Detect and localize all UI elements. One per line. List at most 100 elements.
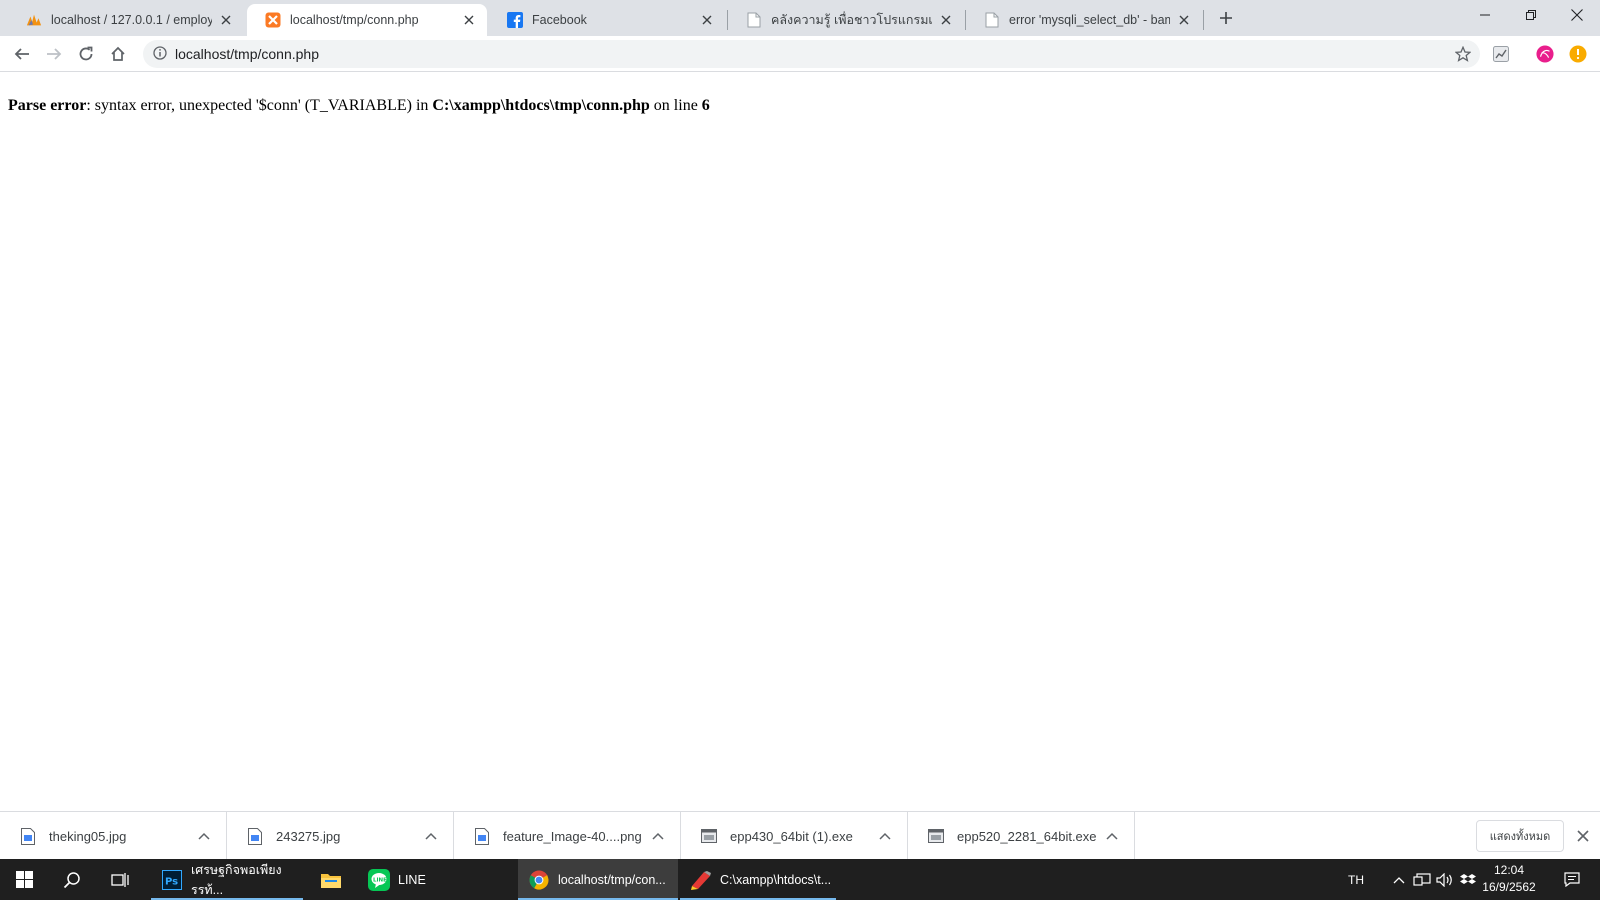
close-icon[interactable] xyxy=(938,12,954,28)
update-alert-icon[interactable] xyxy=(1569,45,1587,63)
forward-button[interactable] xyxy=(40,40,68,68)
close-icon[interactable] xyxy=(461,12,477,28)
tab-programmer-knowledge[interactable]: คลังความรู้ เพื่อชาวโปรแกรมเมอร์มือใหม่ xyxy=(728,4,964,36)
extension-icon[interactable] xyxy=(1492,45,1510,63)
download-item[interactable]: epp430_64bit (1).exe xyxy=(681,812,908,860)
page-icon xyxy=(984,12,1000,28)
minimize-icon xyxy=(1480,14,1490,16)
tab-title: localhost / 127.0.0.1 / employee / xyxy=(51,13,212,27)
network-icon[interactable] xyxy=(1411,859,1433,900)
task-view-button[interactable] xyxy=(96,859,144,900)
home-button[interactable] xyxy=(104,40,132,68)
image-file-icon xyxy=(247,827,263,845)
clock-time: 12:04 xyxy=(1493,863,1525,877)
volume-icon[interactable] xyxy=(1434,859,1456,900)
close-download-shelf-button[interactable] xyxy=(1574,827,1592,845)
arrow-right-icon xyxy=(47,48,62,60)
error-line-number: 6 xyxy=(701,97,710,114)
tab-mysqli-error[interactable]: error 'mysqli_select_db' - bamoss xyxy=(966,4,1202,36)
star-icon[interactable] xyxy=(1454,45,1472,63)
download-filename: epp520_2281_64bit.exe xyxy=(957,828,1097,844)
download-item[interactable]: epp520_2281_64bit.exe xyxy=(908,812,1135,860)
line-icon: LINE xyxy=(368,868,390,891)
download-filename: 243275.jpg xyxy=(276,828,341,844)
close-icon[interactable] xyxy=(218,12,234,28)
image-file-icon xyxy=(20,827,36,845)
svg-text:LINE: LINE xyxy=(373,877,387,883)
taskbar-app-editor[interactable]: C:\xampp\htdocs\t... xyxy=(680,859,836,900)
task-view-icon xyxy=(111,872,129,887)
close-icon xyxy=(1571,9,1583,21)
tab-title: localhost/tmp/conn.php xyxy=(290,13,419,27)
info-icon[interactable] xyxy=(153,45,167,63)
taskbar-app-file-explorer[interactable] xyxy=(310,859,354,900)
reload-icon xyxy=(79,46,93,61)
chevron-up-icon[interactable] xyxy=(1388,859,1410,900)
chevron-up-icon[interactable] xyxy=(650,828,666,844)
url-text: localhost/tmp/conn.php xyxy=(175,46,319,62)
download-item[interactable]: feature_Image-40....png xyxy=(454,812,681,860)
browser-toolbar: localhost/tmp/conn.php xyxy=(0,36,1600,72)
reload-button[interactable] xyxy=(72,40,100,68)
svg-text:Ps: Ps xyxy=(165,876,178,887)
file-explorer-icon xyxy=(320,869,342,891)
plus-icon xyxy=(1220,12,1232,24)
chevron-up-icon[interactable] xyxy=(1104,828,1120,844)
restore-button[interactable] xyxy=(1508,0,1554,30)
new-tab-button[interactable] xyxy=(1215,7,1237,29)
download-filename: feature_Image-40....png xyxy=(503,828,642,844)
address-bar[interactable]: localhost/tmp/conn.php xyxy=(143,40,1480,68)
close-icon[interactable] xyxy=(699,12,715,28)
tab-conn-php[interactable]: localhost/tmp/conn.php xyxy=(247,4,487,36)
taskbar-app-label: LINE xyxy=(398,872,426,887)
minimize-button[interactable] xyxy=(1462,0,1508,30)
chevron-up-icon[interactable] xyxy=(877,828,893,844)
system-clock[interactable]: 12:04 16/9/2562 xyxy=(1470,862,1548,896)
search-icon xyxy=(63,871,80,888)
tab-title: Facebook xyxy=(532,13,587,27)
taskbar-app-chrome[interactable]: localhost/tmp/con... xyxy=(518,859,678,900)
download-item[interactable]: theking05.jpg xyxy=(0,812,227,860)
php-error-message: Parse error: syntax error, unexpected '$… xyxy=(8,97,710,115)
tab-facebook[interactable]: Facebook xyxy=(489,4,725,36)
error-text: : syntax error, unexpected '$conn' (T_VA… xyxy=(86,97,433,114)
phpmyadmin-icon xyxy=(26,12,42,28)
download-filename: epp430_64bit (1).exe xyxy=(730,828,853,844)
taskbar-app-photoshop[interactable]: Ps เศรษฐกิจพอเพียงรรท้... xyxy=(151,859,303,900)
download-item[interactable]: 243275.jpg xyxy=(227,812,454,860)
chevron-up-icon[interactable] xyxy=(196,828,212,844)
chevron-up-icon[interactable] xyxy=(423,828,439,844)
start-button[interactable] xyxy=(0,859,48,900)
taskbar-app-label: C:\xampp\htdocs\t... xyxy=(720,872,832,887)
error-line-text: on line xyxy=(649,97,702,114)
photoshop-icon: Ps xyxy=(161,869,183,891)
taskbar-app-label: localhost/tmp/con... xyxy=(558,872,666,887)
download-filename: theking05.jpg xyxy=(49,828,127,844)
close-icon[interactable] xyxy=(1176,12,1192,28)
search-button[interactable] xyxy=(48,859,96,900)
tab-strip: localhost / 127.0.0.1 / employee / local… xyxy=(0,0,1600,36)
tab-phpmyadmin[interactable]: localhost / 127.0.0.1 / employee / xyxy=(8,4,244,36)
restore-icon xyxy=(1526,10,1536,20)
page-icon xyxy=(746,12,762,28)
profile-avatar-icon[interactable] xyxy=(1536,45,1554,63)
exe-file-icon xyxy=(701,827,717,845)
close-window-button[interactable] xyxy=(1554,0,1600,30)
show-all-downloads-button[interactable]: แสดงทั้งหมด xyxy=(1476,820,1564,852)
windows-taskbar: Ps เศรษฐกิจพอเพียงรรท้... LINE LINE loca… xyxy=(0,859,1600,900)
taskbar-app-label: เศรษฐกิจพอเพียงรรท้... xyxy=(191,862,282,897)
chrome-icon xyxy=(528,869,550,891)
editor-icon xyxy=(690,869,712,891)
facebook-icon xyxy=(507,12,523,28)
clock-date: 16/9/2562 xyxy=(1482,880,1536,894)
input-language-indicator[interactable]: TH xyxy=(1340,859,1372,900)
action-center-icon[interactable] xyxy=(1556,859,1588,900)
download-shelf: theking05.jpg 243275.jpg feature_Image-4… xyxy=(0,811,1600,860)
arrow-left-icon xyxy=(14,48,29,60)
taskbar-app-line[interactable]: LINE LINE xyxy=(358,859,458,900)
error-label: Parse error xyxy=(8,97,87,114)
error-file-path: C:\xampp\htdocs\tmp\conn.php xyxy=(432,97,650,114)
xampp-icon xyxy=(265,12,281,28)
back-button[interactable] xyxy=(8,40,36,68)
home-icon xyxy=(111,46,125,61)
